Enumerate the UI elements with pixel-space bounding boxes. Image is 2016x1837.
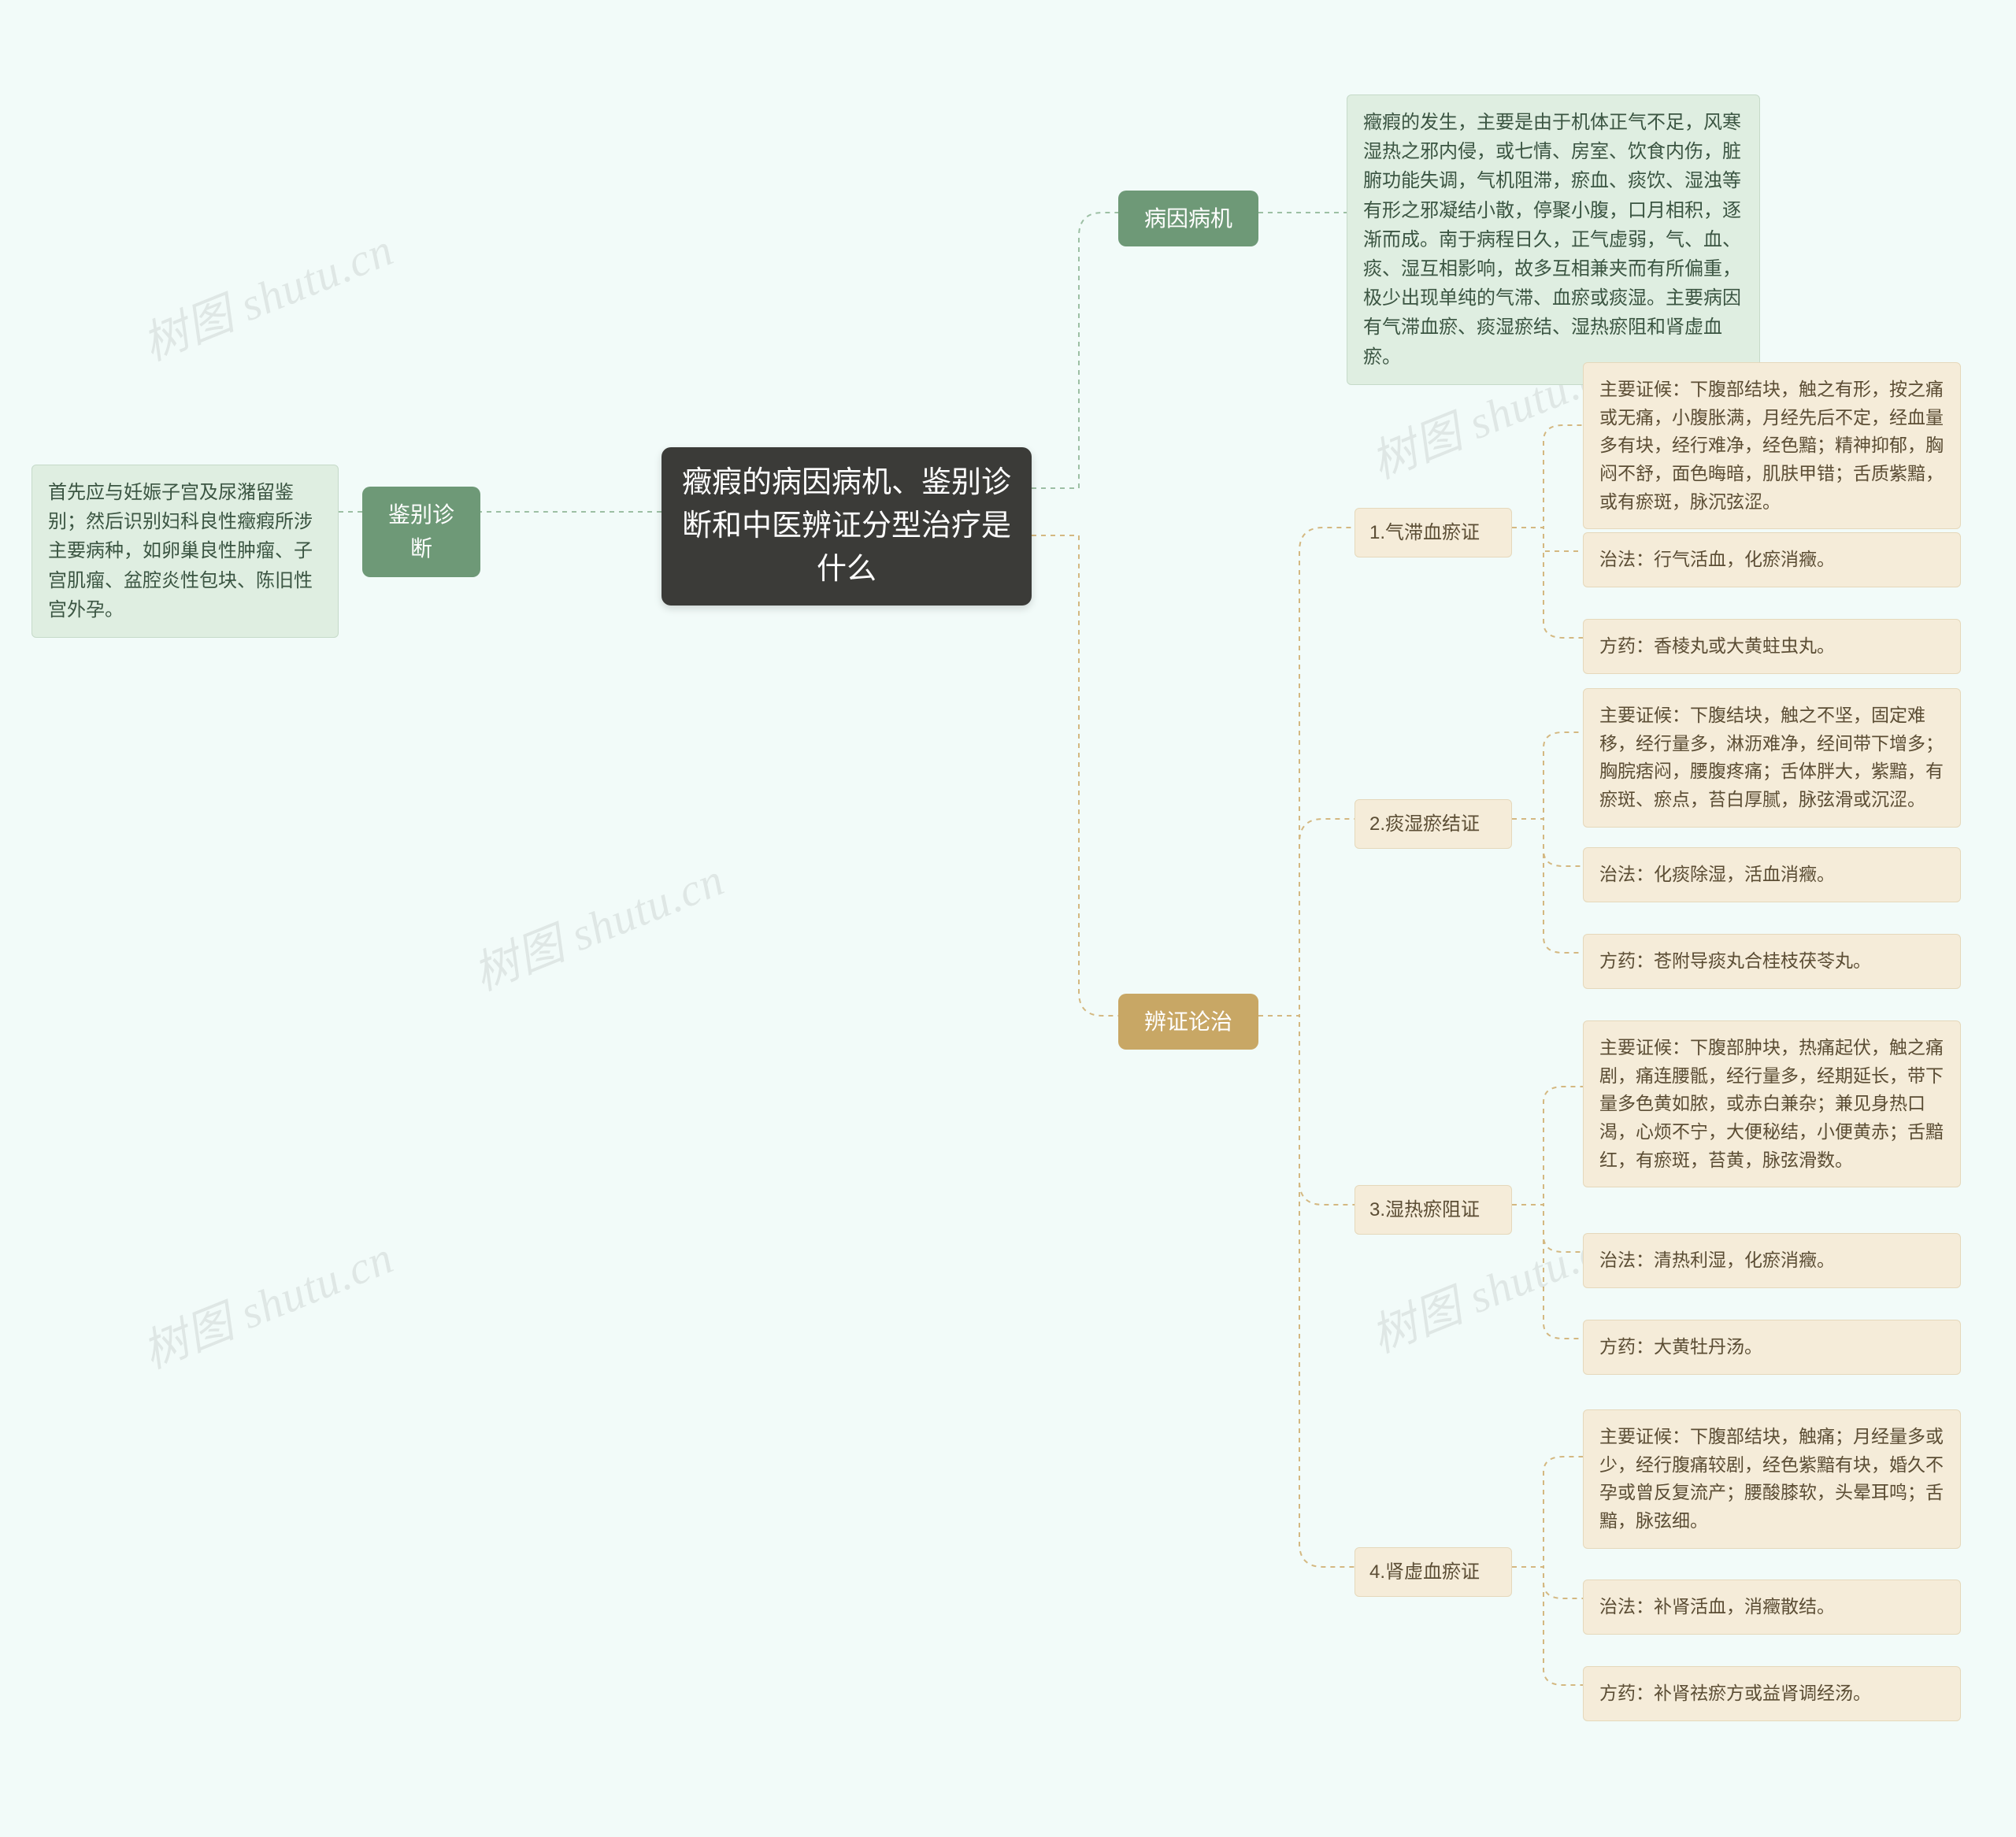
watermark: 树图 shutu.cn <box>462 843 732 1003</box>
leaf-etiology-text: 癥瘕的发生，主要是由于机体正气不足，风寒湿热之邪内侵，或七情、房室、饮食内伤，脏… <box>1347 94 1760 385</box>
pattern-4-rx: 方药：补肾祛瘀方或益肾调经汤。 <box>1583 1666 1961 1721</box>
pattern-3-rx: 方药：大黄牡丹汤。 <box>1583 1320 1961 1375</box>
branch-treatment[interactable]: 辨证论治 <box>1118 994 1258 1050</box>
pattern-2-rx: 方药：苍附导痰丸合桂枝茯苓丸。 <box>1583 934 1961 989</box>
pattern-2-symptoms: 主要证候：下腹结块，触之不坚，固定难移，经行量多，淋沥难净，经间带下增多；胸脘痞… <box>1583 688 1961 828</box>
leaf-differential-diagnosis-text: 首先应与妊娠子宫及尿潴留鉴别；然后识别妇科良性癥瘕所涉主要病种，如卵巢良性肿瘤、… <box>32 465 339 638</box>
root-node[interactable]: 癥瘕的病因病机、鉴别诊断和中医辨证分型治疗是什么 <box>662 447 1032 606</box>
branch-differential-diagnosis[interactable]: 鉴别诊断 <box>362 487 480 577</box>
pattern-3-method: 治法：清热利湿，化瘀消癥。 <box>1583 1233 1961 1288</box>
branch-etiology[interactable]: 病因病机 <box>1118 191 1258 246</box>
pattern-4-name[interactable]: 4.肾虚血瘀证 <box>1354 1547 1512 1597</box>
pattern-1-symptoms: 主要证候：下腹部结块，触之有形，按之痛或无痛，小腹胀满，月经先后不定，经血量多有… <box>1583 362 1961 529</box>
pattern-1-method: 治法：行气活血，化瘀消癥。 <box>1583 532 1961 587</box>
pattern-1-rx: 方药：香棱丸或大黄蛀虫丸。 <box>1583 619 1961 674</box>
watermark: 树图 shutu.cn <box>132 213 402 373</box>
watermark: 树图 shutu.cn <box>132 1220 402 1381</box>
pattern-2-name[interactable]: 2.痰湿瘀结证 <box>1354 799 1512 849</box>
pattern-3-name[interactable]: 3.湿热瘀阻证 <box>1354 1185 1512 1235</box>
pattern-4-method: 治法：补肾活血，消癥散结。 <box>1583 1580 1961 1635</box>
pattern-3-symptoms: 主要证候：下腹部肿块，热痛起伏，触之痛剧，痛连腰骶，经行量多，经期延长，带下量多… <box>1583 1020 1961 1187</box>
pattern-4-symptoms: 主要证候：下腹部结块，触痛；月经量多或少，经行腹痛较剧，经色紫黯有块，婚久不孕或… <box>1583 1409 1961 1549</box>
pattern-1-name[interactable]: 1.气滞血瘀证 <box>1354 508 1512 557</box>
mindmap-canvas: 树图 shutu.cn 树图 shutu.cn 树图 shutu.cn 树图 s… <box>0 0 2016 1837</box>
pattern-2-method: 治法：化痰除湿，活血消癥。 <box>1583 847 1961 902</box>
